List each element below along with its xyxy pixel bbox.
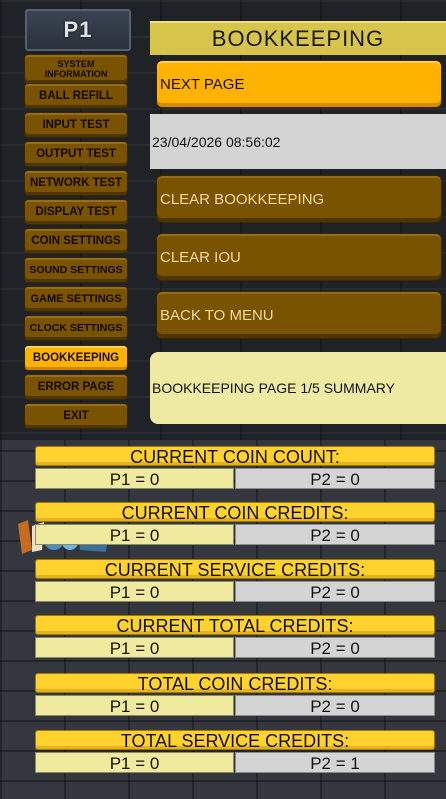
sidebar-item-label: BALL REFILL — [39, 90, 113, 102]
stat-p2-value: P2 = 0 — [235, 524, 435, 545]
sidebar-item-network-test[interactable]: NETWORK TEST — [24, 170, 128, 196]
sidebar-item-label: OUTPUT TEST — [36, 148, 116, 160]
page-title: BOOKKEEPING — [150, 21, 446, 55]
back-to-menu-button[interactable]: BACK TO MENU — [156, 291, 442, 339]
sidebar-item-display-test[interactable]: DISPLAY TEST — [24, 199, 128, 225]
stat-p2-value: P2 = 0 — [235, 468, 435, 489]
sidebar-item-system-information[interactable]: SYSTEM INFORMATION — [24, 54, 128, 84]
sidebar-item-label: BOOKKEEPING — [32, 352, 120, 364]
sidebar-item-label: EXIT — [63, 410, 89, 422]
sidebar-item-sound-settings[interactable]: SOUND SETTINGS — [24, 257, 128, 283]
summary-panel: BOOKKEEPING PAGE 1/5 SUMMARY — [150, 352, 446, 424]
sidebar-item-label: INPUT TEST — [42, 119, 110, 131]
sidebar-item-game-settings[interactable]: GAME SETTINGS — [24, 286, 128, 312]
sidebar-item-label: CLOCK SETTINGS — [29, 322, 123, 334]
stat-title: CURRENT COIN COUNT: — [35, 446, 435, 467]
sidebar-item-output-test[interactable]: OUTPUT TEST — [24, 141, 128, 167]
sidebar-item-label: NETWORK TEST — [30, 177, 122, 189]
sidebar-item-label: ERROR PAGE — [37, 381, 115, 393]
datetime-display: 23/04/2026 08:56:02 — [150, 114, 446, 169]
stat-title: TOTAL COIN CREDITS: — [35, 673, 435, 694]
stat-p2-value: P2 = 0 — [235, 695, 435, 716]
stat-p1-value: P1 = 0 — [35, 637, 234, 658]
clear-bookkeeping-button[interactable]: CLEAR BOOKKEEPING — [156, 175, 442, 223]
player-label: P1 — [25, 9, 131, 51]
stat-p2-value: P2 = 1 — [235, 752, 435, 773]
clear-iou-button[interactable]: CLEAR IOU — [156, 233, 442, 281]
stat-title: CURRENT COIN CREDITS: — [35, 502, 435, 523]
sidebar-item-error-page[interactable]: ERROR PAGE — [24, 374, 128, 400]
sidebar-item-label: COIN SETTINGS — [31, 235, 121, 247]
next-page-button[interactable]: NEXT PAGE — [156, 60, 442, 108]
sidebar-item-label: GAME SETTINGS — [30, 293, 122, 305]
clear-iou-label: CLEAR IOU — [160, 248, 241, 266]
stat-title: CURRENT SERVICE CREDITS: — [35, 559, 435, 580]
stat-p2-value: P2 = 0 — [235, 637, 435, 658]
stat-p1-value: P1 = 0 — [35, 752, 234, 773]
stat-title: TOTAL SERVICE CREDITS: — [35, 730, 435, 751]
clear-bookkeeping-label: CLEAR BOOKKEEPING — [160, 190, 325, 208]
stat-p2-value: P2 = 0 — [235, 581, 435, 602]
sidebar-item-input-test[interactable]: INPUT TEST — [24, 112, 128, 138]
stat-title: CURRENT TOTAL CREDITS: — [35, 615, 435, 636]
stat-p1-value: P1 = 0 — [35, 524, 234, 545]
sidebar-item-label: SOUND SETTINGS — [29, 264, 123, 276]
sidebar-item-bookkeeping[interactable]: BOOKKEEPING — [24, 345, 128, 371]
sidebar-item-clock-settings[interactable]: CLOCK SETTINGS — [24, 315, 128, 341]
sidebar-item-ball-refill[interactable]: BALL REFILL — [24, 83, 128, 109]
stat-p1-value: P1 = 0 — [35, 581, 234, 602]
next-page-label: NEXT PAGE — [160, 75, 245, 93]
sidebar-item-label: DISPLAY TEST — [35, 206, 117, 218]
stat-p1-value: P1 = 0 — [35, 468, 234, 489]
back-to-menu-label: BACK TO MENU — [160, 306, 274, 324]
sidebar-item-label: SYSTEM INFORMATION — [44, 59, 108, 79]
stat-p1-value: P1 = 0 — [35, 695, 234, 716]
sidebar-item-exit[interactable]: EXIT — [24, 403, 128, 429]
sidebar-item-coin-settings[interactable]: COIN SETTINGS — [24, 228, 128, 254]
